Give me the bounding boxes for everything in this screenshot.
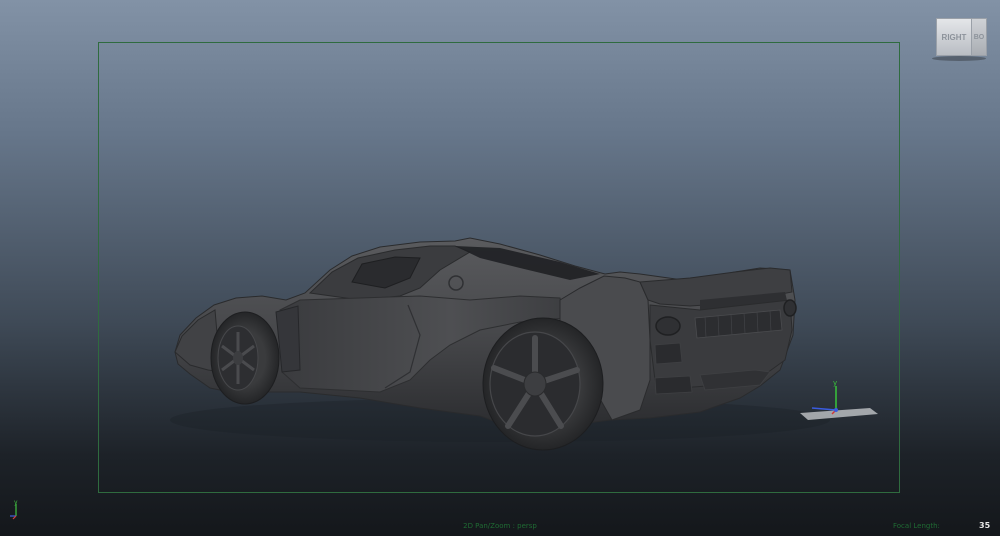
view-cube[interactable]: RIGHT BO <box>930 16 987 62</box>
view-cube-front-face[interactable]: RIGHT <box>936 18 972 56</box>
view-cube-shadow <box>932 56 986 61</box>
hud-pan-zoom-status: 2D Pan/Zoom : persp <box>463 522 537 530</box>
hud-focal-length-value: 35 <box>979 521 991 530</box>
view-cube-side-face[interactable]: BO <box>971 18 987 56</box>
hud-focal-length-label: Focal Length: <box>893 522 940 530</box>
axis-triad-icon: y <box>10 499 18 520</box>
triad-y-label: y <box>14 499 18 506</box>
perspective-viewport[interactable]: y RIGHT BO y 2D Pan/Zoom : persp Focal L… <box>0 0 1000 536</box>
resolution-gate <box>98 42 900 493</box>
